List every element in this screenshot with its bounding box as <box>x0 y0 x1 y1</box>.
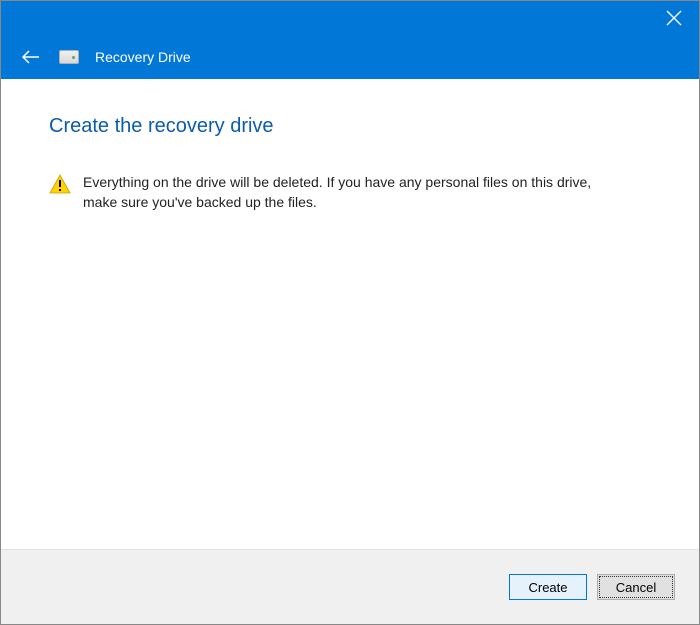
content-area: Create the recovery drive Everything on … <box>1 79 699 549</box>
create-button[interactable]: Create <box>509 574 587 600</box>
warning-icon <box>49 174 71 194</box>
close-button[interactable] <box>665 9 683 27</box>
warning-text: Everything on the drive will be deleted.… <box>83 172 623 213</box>
back-button[interactable] <box>19 45 43 69</box>
page-heading: Create the recovery drive <box>49 115 651 138</box>
footer: Create Cancel <box>1 549 699 624</box>
app-title: Recovery Drive <box>95 49 191 65</box>
drive-icon <box>59 50 79 64</box>
close-icon <box>665 9 683 27</box>
cancel-button[interactable]: Cancel <box>597 574 675 600</box>
header-row: Recovery Drive <box>19 45 191 69</box>
titlebar: Recovery Drive <box>1 1 699 79</box>
arrow-left-icon <box>21 50 41 64</box>
warning-row: Everything on the drive will be deleted.… <box>49 172 651 213</box>
